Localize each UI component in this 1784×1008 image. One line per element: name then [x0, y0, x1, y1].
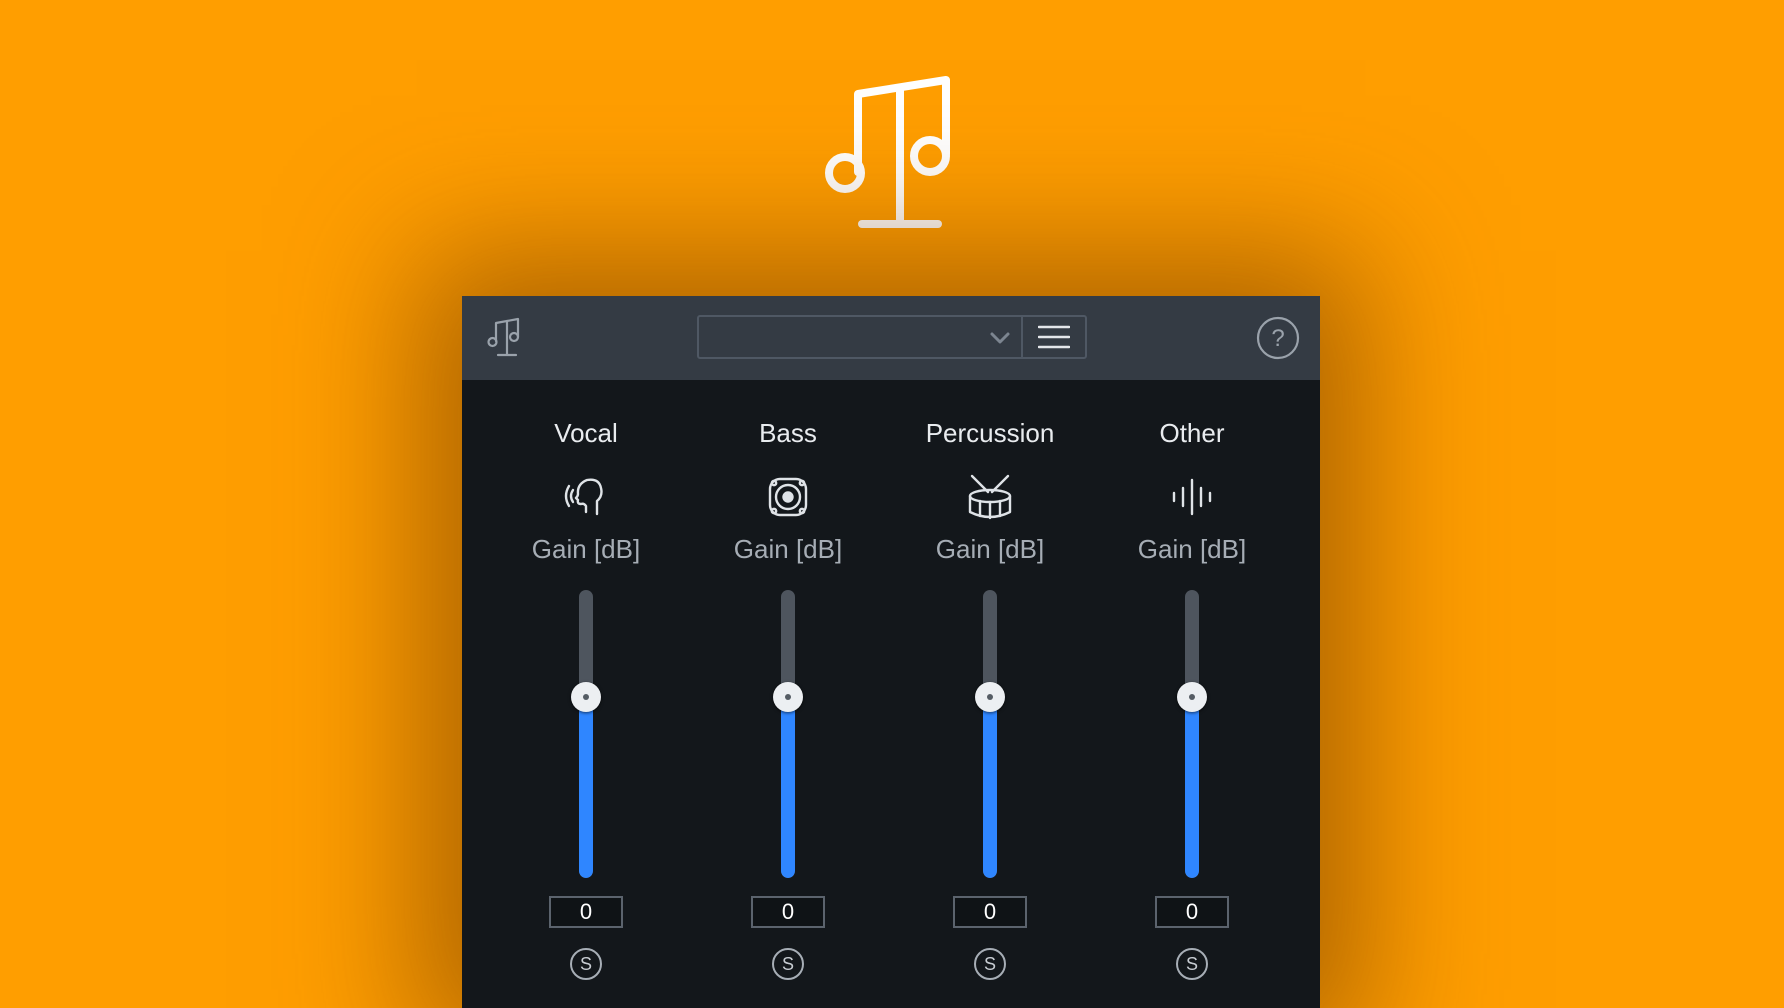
slider-fill [579, 696, 593, 878]
chevron-down-icon [990, 332, 1010, 344]
slider-fill [1185, 696, 1199, 878]
gain-label: Gain [dB] [1137, 534, 1247, 564]
channel-name: Bass [759, 418, 817, 448]
gain-slider[interactable] [571, 586, 601, 882]
channel-vocal: Vocal Gain [dB] S [486, 380, 686, 1008]
music-scale-icon [487, 317, 520, 357]
gain-value-input[interactable] [549, 896, 623, 928]
slider-track [983, 590, 997, 878]
gain-slider[interactable] [1177, 586, 1207, 882]
slider-thumb[interactable] [571, 681, 601, 712]
gain-label: Gain [dB] [935, 534, 1045, 564]
gain-label: Gain [dB] [733, 534, 843, 564]
channel-bass: Bass Gain [dB] S [688, 380, 888, 1008]
slider-thumb[interactable] [975, 681, 1005, 712]
gain-value-input[interactable] [953, 896, 1027, 928]
gain-slider[interactable] [773, 586, 803, 882]
slider-track [579, 590, 593, 878]
app-stage: ? Vocal Gain [dB] S [0, 0, 1784, 1008]
waveform-icon [1172, 478, 1212, 516]
help-label: ? [1271, 325, 1284, 352]
slider-fill [983, 696, 997, 878]
gain-slider[interactable] [975, 586, 1005, 882]
help-button[interactable]: ? [1256, 316, 1300, 360]
slider-fill [781, 696, 795, 878]
slider-thumb[interactable] [773, 681, 803, 712]
gain-label: Gain [dB] [531, 534, 641, 564]
drum-icon [968, 474, 1012, 520]
channel-name: Other [1159, 418, 1225, 448]
toolbar: ? [462, 296, 1320, 380]
slider-thumb[interactable] [1177, 681, 1207, 712]
channel-other: Other Gain [dB] S [1092, 380, 1292, 1008]
solo-button[interactable]: S [1176, 948, 1208, 980]
music-scale-icon [825, 76, 950, 228]
help-circle-icon: ? [1256, 316, 1300, 360]
slider-track [1185, 590, 1199, 878]
solo-button[interactable]: S [570, 948, 602, 980]
gain-value-input[interactable] [1155, 896, 1229, 928]
channel-percussion: Percussion Gain [dB] 0 S [890, 380, 1090, 1008]
hamburger-menu-icon [1038, 325, 1070, 349]
vocal-head-icon [564, 478, 603, 516]
gain-value-input[interactable] [751, 896, 825, 928]
preset-selector [697, 315, 1087, 359]
preset-dropdown[interactable] [699, 317, 1021, 357]
solo-button[interactable]: S [772, 948, 804, 980]
plugin-panel: ? Vocal Gain [dB] S [462, 296, 1320, 1008]
menu-button[interactable] [1021, 317, 1085, 357]
channel-name: Percussion [925, 418, 1055, 448]
solo-button[interactable]: S [974, 948, 1006, 980]
slider-track [781, 590, 795, 878]
channel-name: Vocal [554, 418, 618, 448]
speaker-icon [768, 477, 808, 517]
